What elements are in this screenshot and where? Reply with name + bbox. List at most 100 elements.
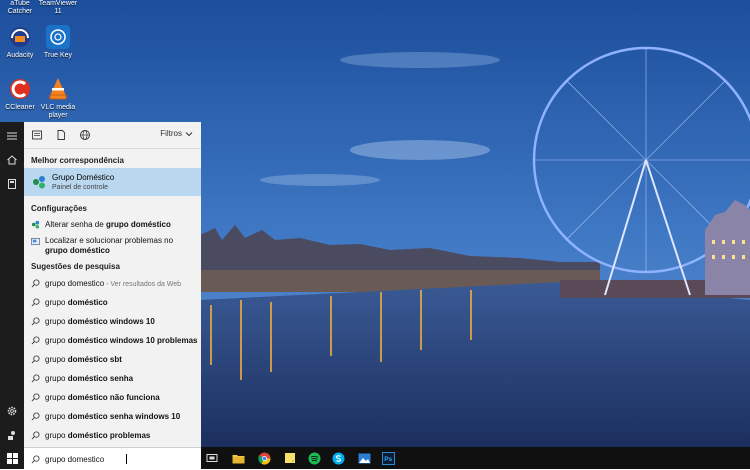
search-icon: [31, 279, 40, 288]
file-explorer-button[interactable]: [230, 450, 246, 466]
suggestion-item[interactable]: grupo domestico - Ver resultados da Web: [24, 274, 201, 293]
task-view-icon: [206, 454, 218, 462]
home-icon: [7, 155, 17, 165]
spotify-icon: [308, 452, 320, 464]
web-filter-icon[interactable]: [79, 129, 91, 141]
desktop-icon-teamviewer[interactable]: TeamViewer 11: [38, 0, 78, 16]
photos-button[interactable]: [356, 450, 372, 466]
suggestion-item[interactable]: grupo doméstico senha: [24, 369, 201, 388]
suggestion-text: grupo: [45, 412, 68, 421]
sticky-notes-icon: [285, 453, 295, 463]
spotify-button[interactable]: [306, 450, 322, 466]
feedback-button[interactable]: [0, 424, 24, 446]
desktop-icon-label: True Key: [43, 52, 73, 59]
hamburger-menu-button[interactable]: [0, 125, 24, 147]
suggestion-text: grupo domestico: [45, 279, 105, 288]
homegroup-small-icon: [31, 220, 40, 229]
suggestion-text-bold: doméstico windows 10 problemas: [67, 336, 198, 345]
true-key-icon: [46, 25, 70, 49]
search-icon: [31, 374, 40, 383]
settings-heading: Configurações: [31, 204, 88, 213]
suggestion-item[interactable]: grupo doméstico sbt: [24, 350, 201, 369]
search-input[interactable]: [45, 452, 195, 466]
settings-result-change-password[interactable]: Alterar senha de grupo doméstico: [24, 216, 201, 234]
settings-button[interactable]: [0, 400, 24, 422]
best-match-title: Grupo Doméstico: [52, 173, 115, 182]
photos-icon: [358, 453, 370, 463]
search-icon: [31, 336, 40, 345]
troubleshoot-icon: [31, 237, 40, 246]
desktop-icon-label: CCleaner: [5, 104, 35, 111]
desktop-icon-label: VLC media player: [40, 104, 76, 119]
result-text: Alterar senha de: [45, 220, 106, 229]
gear-icon: [7, 406, 17, 416]
suggestion-text-bold: doméstico senha windows 10: [67, 412, 181, 421]
result-text: Localizar e solucionar problemas no: [45, 236, 174, 245]
desktop-icon-atube[interactable]: aTube Catcher: [0, 0, 40, 16]
suggestion-item[interactable]: grupo doméstico windows 10: [24, 312, 201, 331]
suggestion-text: grupo: [45, 431, 68, 440]
suggestion-item[interactable]: grupo doméstico windows 10 problemas: [24, 331, 201, 350]
notebook-button[interactable]: [0, 173, 24, 195]
search-icon: [31, 355, 40, 364]
suggestion-text-bold: doméstico: [67, 298, 108, 307]
suggestion-text: grupo: [45, 393, 68, 402]
sticky-notes-button[interactable]: [282, 450, 298, 466]
suggestion-text: grupo: [45, 374, 68, 383]
apps-filter-icon[interactable]: [31, 129, 43, 141]
filters-label: Filtros: [160, 129, 182, 138]
search-box[interactable]: [24, 447, 201, 470]
chrome-icon: [257, 452, 270, 465]
file-explorer-icon: [232, 454, 244, 463]
desktop-icon-label: Audacity: [6, 52, 34, 59]
suggestion-text: grupo: [45, 336, 68, 345]
best-match-subtitle: Painel de controle: [52, 184, 109, 191]
suggestion-item[interactable]: grupo doméstico senha windows 10: [24, 407, 201, 426]
start-menu-rail: [0, 122, 24, 447]
desktop-icon-true-key[interactable]: True Key: [38, 24, 78, 60]
task-view-button[interactable]: [204, 450, 220, 466]
filters-dropdown[interactable]: Filtros: [160, 129, 193, 138]
vlc-icon: [49, 78, 67, 100]
notebook-icon: [8, 179, 16, 189]
result-text-bold: grupo doméstico: [45, 246, 110, 255]
photoshop-icon: Ps: [381, 451, 395, 465]
search-results-panel: Filtros Melhor correspondência Grupo Dom…: [24, 122, 201, 447]
search-icon: [31, 412, 40, 421]
desktop-icon-label: TeamViewer 11: [38, 0, 78, 15]
suggestion-text-bold: doméstico windows 10: [67, 317, 155, 326]
skype-button[interactable]: [330, 450, 346, 466]
best-match-heading: Melhor correspondência: [31, 156, 124, 165]
suggestion-text-bold: doméstico senha: [67, 374, 134, 383]
hamburger-icon: [7, 132, 17, 140]
suggestion-text-bold: doméstico problemas: [67, 431, 151, 440]
suggestion-text: grupo: [45, 355, 68, 364]
result-text-bold: grupo doméstico: [105, 220, 171, 229]
suggestion-item[interactable]: grupo doméstico: [24, 293, 201, 312]
chrome-button[interactable]: [256, 450, 272, 466]
documents-filter-icon[interactable]: [55, 129, 67, 141]
text-caret: [126, 454, 127, 464]
suggestion-item[interactable]: grupo doméstico não funciona: [24, 388, 201, 407]
windows-logo-icon: [6, 452, 18, 464]
desktop-icon-ccleaner[interactable]: CCleaner: [0, 76, 40, 112]
settings-result-troubleshoot[interactable]: Localizar e solucionar problemas no grup…: [24, 234, 201, 258]
desktop-icon-audacity[interactable]: Audacity: [0, 24, 40, 60]
suggestion-item[interactable]: grupo doméstico problemas: [24, 426, 201, 445]
web-results-hint: - Ver resultados da Web: [104, 281, 182, 288]
home-button[interactable]: [0, 149, 24, 171]
best-match-result[interactable]: Grupo Doméstico Painel de controle: [24, 168, 201, 196]
chevron-down-icon: [185, 131, 193, 136]
audacity-icon: [10, 27, 30, 47]
desktop-icon-vlc[interactable]: VLC media player: [38, 76, 78, 120]
search-icon: [31, 431, 40, 440]
start-button[interactable]: [0, 447, 24, 469]
suggestion-text: grupo: [45, 298, 68, 307]
photoshop-button[interactable]: Ps: [380, 450, 396, 466]
search-panel-toolbar: Filtros: [24, 122, 201, 149]
search-icon: [31, 298, 40, 307]
skype-icon: [332, 452, 344, 464]
desktop-icon-label: aTube Catcher: [7, 0, 33, 15]
feedback-icon: [8, 431, 15, 440]
search-icon: [31, 317, 40, 326]
